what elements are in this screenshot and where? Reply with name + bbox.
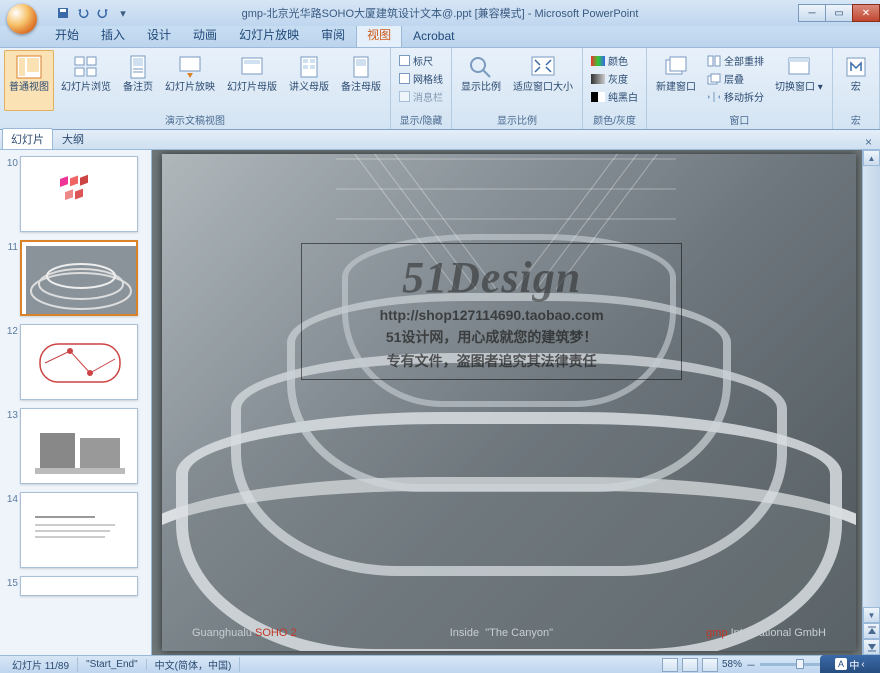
notes-master-icon	[347, 53, 375, 81]
thumbnail-12[interactable]: 12	[0, 322, 151, 406]
cascade-button[interactable]: 层叠	[705, 70, 766, 87]
tab-acrobat[interactable]: Acrobat	[402, 25, 465, 47]
grayscale-mode-button[interactable]: 灰度	[589, 70, 640, 87]
fit-window-icon	[529, 53, 557, 81]
slide-master-button[interactable]: 幻灯片母版	[222, 50, 282, 111]
switch-window-icon	[785, 53, 813, 81]
new-window-icon	[662, 53, 690, 81]
next-slide-button[interactable]	[863, 639, 880, 655]
arrange-all-button[interactable]: 全部重排	[705, 52, 766, 69]
slideshow-view-button[interactable]: 幻灯片放映	[160, 50, 220, 111]
outline-slides-tabs: 幻灯片 大纲 ×	[0, 130, 880, 150]
qat-redo-button[interactable]	[94, 4, 112, 22]
slides-tab[interactable]: 幻灯片	[2, 128, 53, 149]
scroll-down-button[interactable]: ▼	[863, 607, 880, 623]
watermark: 51Design http://shop127114690.taobao.com…	[301, 243, 683, 380]
status-bar: 幻灯片 11/89 "Start_End" 中文(简体，中国) 58% － ＋	[0, 655, 880, 673]
handout-master-icon	[295, 53, 323, 81]
notes-page-button[interactable]: 备注页	[118, 50, 158, 111]
office-orb-icon	[7, 4, 37, 34]
office-button[interactable]	[4, 0, 40, 26]
ime-tray[interactable]: A 中 ‹	[820, 655, 880, 673]
qat-undo-button[interactable]	[74, 4, 92, 22]
slide-sorter-button[interactable]: 幻灯片浏览	[56, 50, 116, 111]
normal-view-shortcut[interactable]	[662, 658, 678, 672]
zoom-value: 58%	[722, 659, 742, 670]
vertical-scrollbar[interactable]: ▲ ▼	[862, 150, 880, 655]
qat-save-button[interactable]	[54, 4, 72, 22]
gridlines-checkbox[interactable]: 网格线	[397, 70, 445, 87]
ribbon-tabs: 开始 插入 设计 动画 幻灯片放映 审阅 视图 Acrobat	[0, 26, 880, 48]
thumbnail-14[interactable]: 14	[0, 490, 151, 574]
switch-window-button[interactable]: 切换窗口 ▾	[770, 50, 828, 111]
ribbon-group-views: 普通视图 幻灯片浏览 备注页 幻灯片放映 幻灯片母版 讲义母版	[0, 48, 391, 129]
ribbon-group-showhide: 标尺 网格线 消息栏 显示/隐藏	[391, 48, 452, 129]
qat-dropdown-button[interactable]: ▾	[114, 4, 132, 22]
thumbnail-15[interactable]: 15	[0, 574, 151, 602]
move-split-button[interactable]: 移动拆分	[705, 88, 766, 105]
ribbon-group-color: 颜色 灰度 纯黑白 颜色/灰度	[583, 48, 647, 129]
bw-mode-button[interactable]: 纯黑白	[589, 88, 640, 105]
handout-master-button[interactable]: 讲义母版	[284, 50, 334, 111]
slide-master-icon	[238, 53, 266, 81]
messagebar-checkbox[interactable]: 消息栏	[397, 88, 445, 105]
magnifier-icon	[467, 53, 495, 81]
minimize-button[interactable]: ─	[798, 4, 826, 22]
notes-page-icon	[124, 53, 152, 81]
ribbon: 普通视图 幻灯片浏览 备注页 幻灯片放映 幻灯片母版 讲义母版	[0, 48, 880, 130]
prev-slide-button[interactable]	[863, 623, 880, 639]
slide-graphic	[162, 154, 856, 651]
sorter-view-shortcut[interactable]	[682, 658, 698, 672]
new-window-button[interactable]: 新建窗口	[651, 50, 701, 111]
window-title: gmp-北京光华路SOHO大厦建筑设计文本@.ppt [兼容模式] - Micr…	[242, 5, 639, 21]
maximize-button[interactable]: ▭	[825, 4, 853, 22]
thumbnail-10[interactable]: 10	[0, 154, 151, 238]
notes-master-button[interactable]: 备注母版	[336, 50, 386, 111]
quick-access-toolbar: ▾	[54, 4, 132, 22]
slideshow-icon	[176, 53, 204, 81]
outline-tab[interactable]: 大纲	[53, 128, 93, 149]
color-mode-button[interactable]: 颜色	[589, 52, 640, 69]
status-slide-number[interactable]: 幻灯片 11/89	[4, 657, 78, 672]
slideshow-shortcut[interactable]	[702, 658, 718, 672]
macros-button[interactable]: 宏	[837, 50, 875, 111]
window-controls: ─ ▭ ✕	[799, 4, 880, 22]
title-bar: ▾ gmp-北京光华路SOHO大厦建筑设计文本@.ppt [兼容模式] - Mi…	[0, 0, 880, 26]
normal-view-icon	[15, 53, 43, 81]
ribbon-group-macros: 宏 宏	[833, 48, 880, 129]
status-layout[interactable]: "Start_End"	[78, 659, 147, 670]
thumbnail-11[interactable]: 11	[0, 238, 151, 322]
ribbon-group-window: 新建窗口 全部重排 层叠 移动拆分 切换窗口 ▾ 窗口	[647, 48, 833, 129]
svg-text:A: A	[838, 659, 844, 669]
normal-view-button[interactable]: 普通视图	[4, 50, 54, 111]
ime-icon: A	[835, 658, 847, 670]
zoom-button[interactable]: 显示比例	[456, 50, 506, 111]
thumbnail-13[interactable]: 13	[0, 406, 151, 490]
pane-close-button[interactable]: ×	[861, 135, 876, 149]
slide-sorter-icon	[72, 53, 100, 81]
ribbon-group-zoom: 显示比例 适应窗口大小 显示比例	[452, 48, 583, 129]
slide-editor[interactable]: 51Design http://shop127114690.taobao.com…	[152, 150, 880, 655]
close-button[interactable]: ✕	[852, 4, 880, 22]
macros-icon	[842, 53, 870, 81]
zoom-out-button[interactable]: －	[746, 657, 756, 672]
slide-canvas: 51Design http://shop127114690.taobao.com…	[162, 154, 856, 651]
scroll-up-button[interactable]: ▲	[863, 150, 880, 166]
workspace: 10 11 12 13 14 15	[0, 150, 880, 655]
ruler-checkbox[interactable]: 标尺	[397, 52, 445, 69]
slide-footer: Guanghualu SOHO 2 Inside "The Canyon" gm…	[162, 627, 856, 639]
chevron-left-icon: ‹	[861, 659, 864, 670]
status-language[interactable]: 中文(简体，中国)	[147, 657, 241, 672]
thumbnail-panel[interactable]: 10 11 12 13 14 15	[0, 150, 152, 655]
fit-window-button[interactable]: 适应窗口大小	[508, 50, 578, 111]
